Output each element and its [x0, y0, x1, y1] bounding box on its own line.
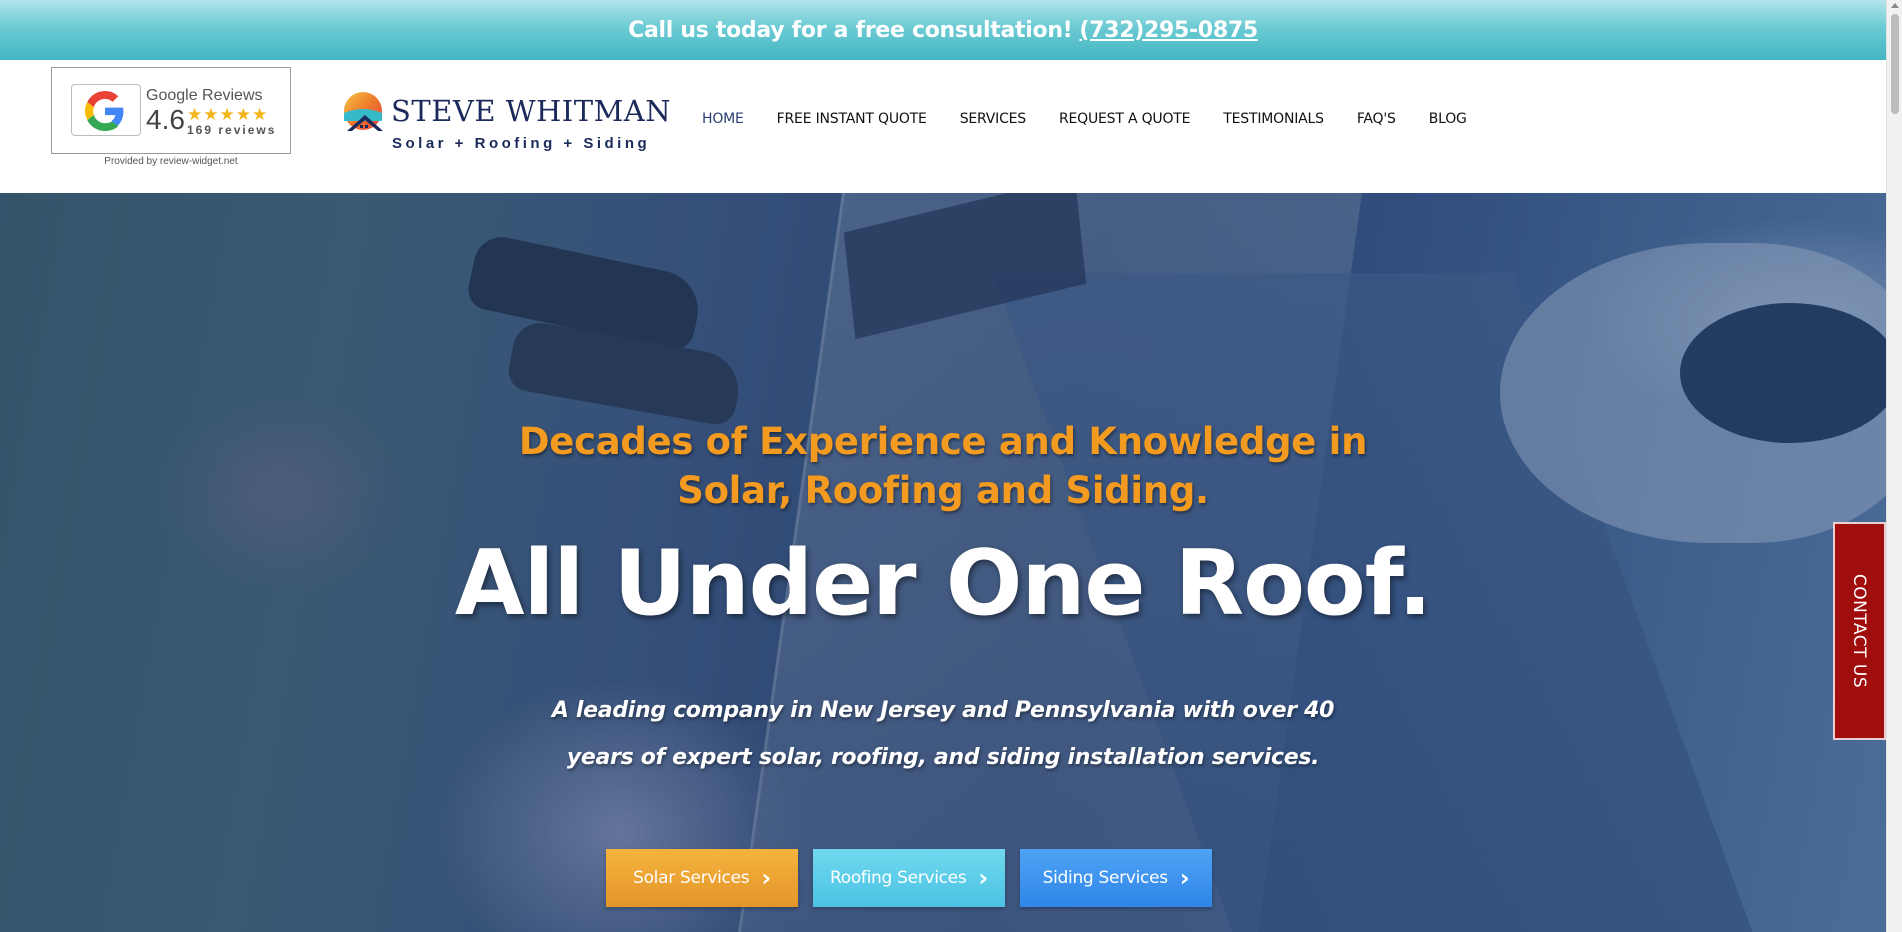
page-scrollbar[interactable] — [1886, 0, 1902, 932]
main-navigation: HOME FREE INSTANT QUOTE SERVICES REQUEST… — [702, 111, 1500, 127]
nav-testimonials[interactable]: TESTIMONIALS — [1223, 111, 1324, 127]
button-label: Solar Services — [633, 868, 750, 888]
nav-home[interactable]: HOME — [702, 111, 744, 127]
nav-services[interactable]: SERVICES — [960, 111, 1027, 127]
hero-title: All Under One Roof. — [454, 531, 1432, 636]
hero-subtitle-line: Solar, Roofing and Siding. — [677, 469, 1209, 512]
button-label: Roofing Services — [829, 868, 967, 888]
siding-services-button[interactable]: Siding Services › — [1020, 849, 1212, 907]
google-reviews-widget[interactable]: Google Reviews 4.6 ★★★★★ 169 reviews — [51, 67, 291, 154]
google-g-icon — [85, 91, 124, 131]
sunrise-house-logo-icon — [344, 92, 383, 131]
nav-blog[interactable]: BLOG — [1429, 111, 1467, 127]
brand-tagline: Solar + Roofing + Siding — [392, 135, 651, 152]
nav-request-a-quote[interactable]: REQUEST A QUOTE — [1059, 111, 1190, 127]
review-provider-credit[interactable]: Provided by review-widget.net — [51, 156, 291, 167]
scroll-up-arrow-icon[interactable] — [1891, 3, 1899, 8]
roofing-services-button[interactable]: Roofing Services › — [813, 849, 1005, 907]
review-score: 4.6 — [146, 104, 185, 135]
nav-free-instant-quote[interactable]: FREE INSTANT QUOTE — [777, 111, 927, 127]
top-announcement-bar: Call us today for a free consultation! (… — [0, 0, 1886, 60]
brand-name: STEVE WHITMAN — [391, 94, 672, 128]
brand-logo-link[interactable]: STEVE WHITMAN Solar + Roofing + Siding — [343, 86, 671, 156]
contact-us-label: CONTACT US — [1849, 573, 1870, 689]
hero-description: A leading company in New Jersey and Penn… — [0, 687, 1886, 781]
nav-faqs[interactable]: FAQ'S — [1357, 111, 1396, 127]
button-label: Siding Services — [1042, 868, 1168, 888]
phone-link[interactable]: (732)295-0875 — [1079, 18, 1258, 43]
solar-services-button[interactable]: Solar Services › — [606, 849, 798, 907]
google-logo-card — [71, 84, 141, 136]
chevron-right-icon: › — [978, 864, 988, 892]
scrollbar-thumb[interactable] — [1891, 14, 1899, 114]
announcement-text: Call us today for a free consultation! — [628, 17, 1073, 43]
hero-subtitle-line: Decades of Experience and Knowledge in — [518, 420, 1368, 463]
hero-description-line: A leading company in New Jersey and Penn… — [551, 698, 1335, 723]
review-count: 169 reviews — [187, 123, 277, 137]
hero-section: Decades of Experience and Knowledge in S… — [0, 193, 1886, 932]
contact-us-tab[interactable]: CONTACT US — [1833, 522, 1886, 740]
site-header: Google Reviews 4.6 ★★★★★ 169 reviews Pro… — [0, 60, 1886, 193]
hero-description-line: years of expert solar, roofing, and sidi… — [566, 745, 1320, 770]
star-rating-icons: ★★★★★ — [187, 105, 269, 124]
service-buttons: Solar Services › Roofing Services › Sidi… — [606, 849, 1212, 907]
chevron-right-icon: › — [1179, 864, 1190, 892]
hero-subtitle: Decades of Experience and Knowledge in S… — [0, 417, 1886, 515]
chevron-right-icon: › — [761, 864, 771, 892]
review-title: Google Reviews — [146, 87, 263, 104]
